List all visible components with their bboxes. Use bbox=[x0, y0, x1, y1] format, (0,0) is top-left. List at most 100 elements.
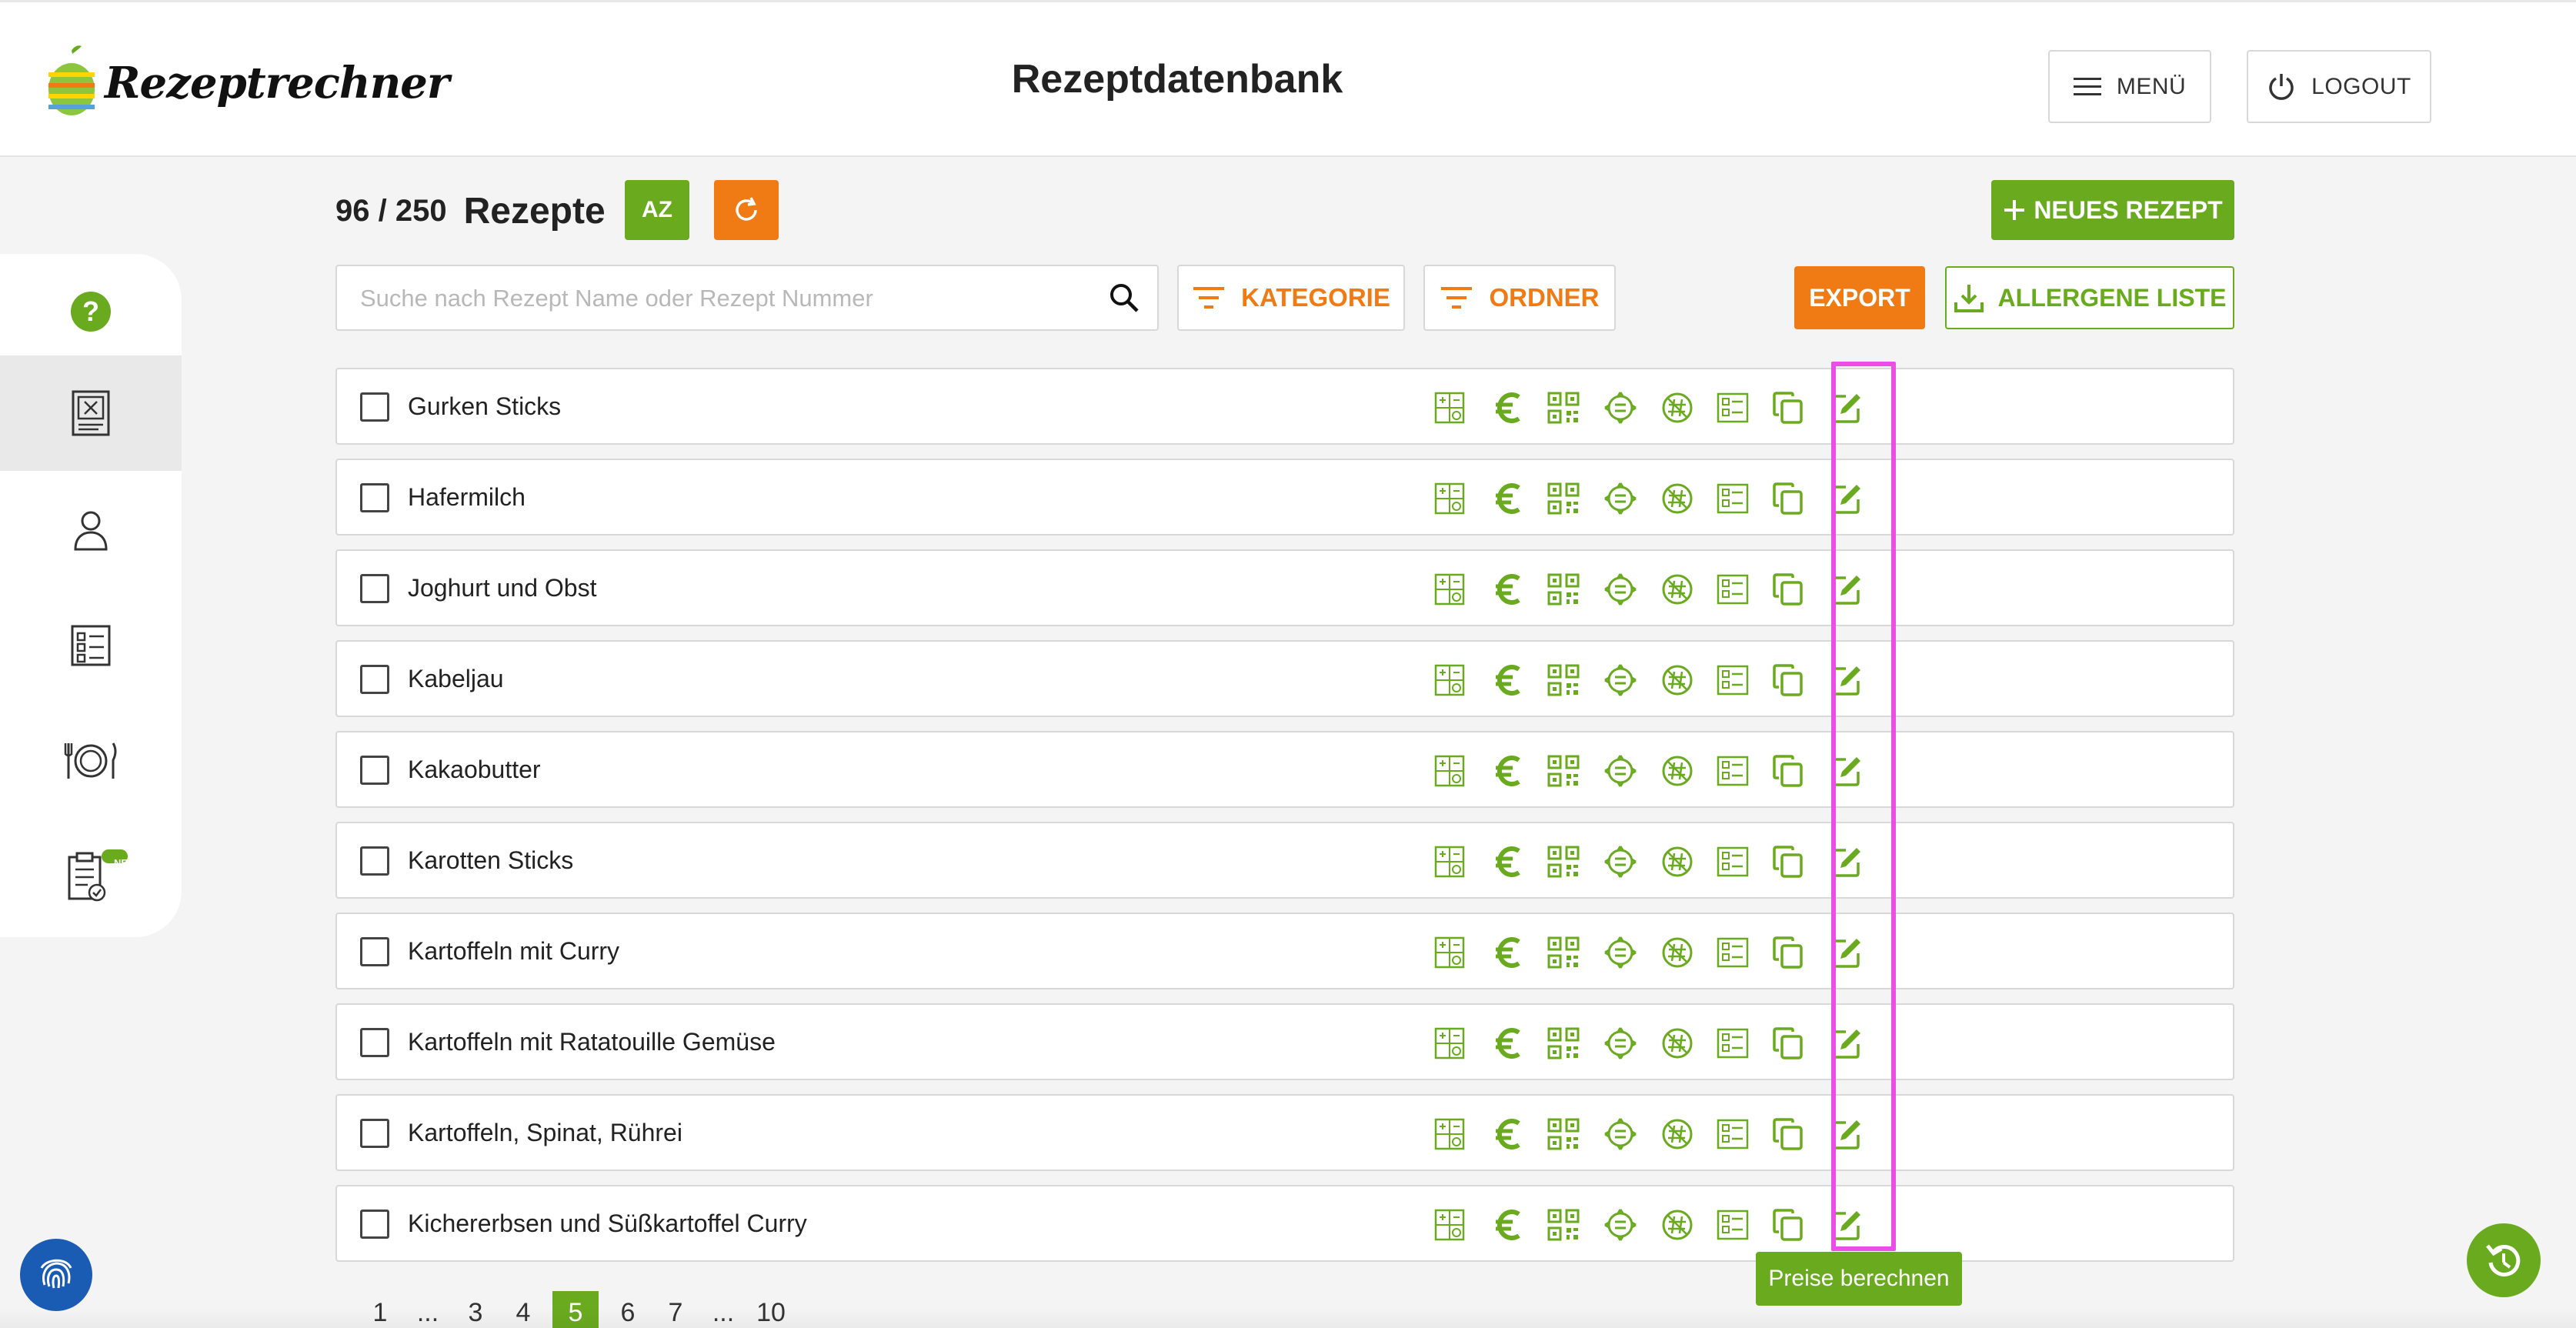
no-hashtag-icon[interactable] bbox=[1659, 479, 1696, 519]
calculator-icon[interactable] bbox=[1431, 933, 1468, 973]
euro-icon[interactable] bbox=[1490, 842, 1527, 882]
refresh-button[interactable] bbox=[714, 180, 779, 240]
row-checkbox[interactable] bbox=[360, 846, 389, 876]
nutrition-seal-icon[interactable] bbox=[1602, 1023, 1639, 1063]
nutrition-seal-icon[interactable] bbox=[1602, 1205, 1639, 1245]
recipe-name[interactable]: Hafermilch bbox=[408, 483, 526, 512]
copy-icon[interactable] bbox=[1770, 388, 1807, 428]
qr-code-icon[interactable] bbox=[1545, 479, 1582, 519]
edit-icon[interactable] bbox=[1828, 1114, 1865, 1154]
euro-icon[interactable] bbox=[1490, 479, 1527, 519]
row-checkbox[interactable] bbox=[360, 1028, 389, 1057]
sidebar-item-recipes[interactable] bbox=[0, 355, 182, 471]
recipe-name[interactable]: Joghurt und Obst bbox=[408, 574, 596, 602]
recipe-name[interactable]: Kartoffeln mit Curry bbox=[408, 937, 619, 966]
no-hashtag-icon[interactable] bbox=[1659, 751, 1696, 791]
no-hashtag-icon[interactable] bbox=[1659, 842, 1696, 882]
nutrition-seal-icon[interactable] bbox=[1602, 479, 1639, 519]
copy-icon[interactable] bbox=[1770, 842, 1807, 882]
label-list-icon[interactable] bbox=[1714, 1023, 1751, 1063]
calculator-icon[interactable] bbox=[1431, 842, 1468, 882]
calculator-icon[interactable] bbox=[1431, 1114, 1468, 1154]
euro-icon[interactable] bbox=[1490, 388, 1527, 428]
sidebar-item-users[interactable] bbox=[0, 472, 182, 588]
nutrition-seal-icon[interactable] bbox=[1602, 388, 1639, 428]
edit-icon[interactable] bbox=[1828, 479, 1865, 519]
no-hashtag-icon[interactable] bbox=[1659, 569, 1696, 609]
copy-icon[interactable] bbox=[1770, 660, 1807, 700]
recipe-row[interactable]: Kartoffeln mit Curry bbox=[335, 913, 2234, 989]
calculator-icon[interactable] bbox=[1431, 751, 1468, 791]
label-list-icon[interactable] bbox=[1714, 751, 1751, 791]
copy-icon[interactable] bbox=[1770, 569, 1807, 609]
export-button[interactable]: EXPORT bbox=[1794, 266, 1925, 329]
allergen-list-button[interactable]: ALLERGENE LISTE bbox=[1945, 266, 2234, 329]
copy-icon[interactable] bbox=[1770, 751, 1807, 791]
nutrition-seal-icon[interactable] bbox=[1602, 751, 1639, 791]
recipe-name[interactable]: Kakaobutter bbox=[408, 756, 541, 784]
recipe-name[interactable]: Kabeljau bbox=[408, 665, 504, 693]
qr-code-icon[interactable] bbox=[1545, 842, 1582, 882]
euro-icon[interactable] bbox=[1490, 660, 1527, 700]
recipe-row[interactable]: Joghurt und Obst bbox=[335, 549, 2234, 626]
calculator-icon[interactable] bbox=[1431, 479, 1468, 519]
euro-icon[interactable] bbox=[1490, 1114, 1527, 1154]
qr-code-icon[interactable] bbox=[1545, 1205, 1582, 1245]
row-checkbox[interactable] bbox=[360, 483, 389, 512]
recipe-row[interactable]: Kichererbsen und Süßkartoffel Curry bbox=[335, 1185, 2234, 1262]
euro-icon[interactable] bbox=[1490, 569, 1527, 609]
recipe-row[interactable]: Kakaobutter bbox=[335, 731, 2234, 808]
no-hashtag-icon[interactable] bbox=[1659, 1023, 1696, 1063]
row-checkbox[interactable] bbox=[360, 937, 389, 966]
copy-icon[interactable] bbox=[1770, 1023, 1807, 1063]
recipe-name[interactable]: Karotten Sticks bbox=[408, 846, 573, 875]
label-list-icon[interactable] bbox=[1714, 1205, 1751, 1245]
no-hashtag-icon[interactable] bbox=[1659, 388, 1696, 428]
qr-code-icon[interactable] bbox=[1545, 1023, 1582, 1063]
label-list-icon[interactable] bbox=[1714, 1114, 1751, 1154]
euro-icon[interactable] bbox=[1490, 1205, 1527, 1245]
label-list-icon[interactable] bbox=[1714, 569, 1751, 609]
label-list-icon[interactable] bbox=[1714, 842, 1751, 882]
edit-icon[interactable] bbox=[1828, 842, 1865, 882]
edit-icon[interactable] bbox=[1828, 1023, 1865, 1063]
qr-code-icon[interactable] bbox=[1545, 569, 1582, 609]
qr-code-icon[interactable] bbox=[1545, 933, 1582, 973]
no-hashtag-icon[interactable] bbox=[1659, 660, 1696, 700]
calculator-icon[interactable] bbox=[1431, 569, 1468, 609]
copy-icon[interactable] bbox=[1770, 1114, 1807, 1154]
edit-icon[interactable] bbox=[1828, 1205, 1865, 1245]
sidebar-item-menu-planning[interactable] bbox=[0, 703, 182, 819]
nutrition-seal-icon[interactable] bbox=[1602, 660, 1639, 700]
euro-icon[interactable] bbox=[1490, 751, 1527, 791]
edit-icon[interactable] bbox=[1828, 388, 1865, 428]
search-input[interactable] bbox=[360, 280, 1083, 317]
search-icon[interactable] bbox=[1108, 282, 1140, 314]
edit-icon[interactable] bbox=[1828, 933, 1865, 973]
category-filter-button[interactable]: KATEGORIE bbox=[1177, 265, 1405, 331]
row-checkbox[interactable] bbox=[360, 665, 389, 694]
calculator-icon[interactable] bbox=[1431, 660, 1468, 700]
qr-code-icon[interactable] bbox=[1545, 751, 1582, 791]
label-list-icon[interactable] bbox=[1714, 933, 1751, 973]
recipe-name[interactable]: Gurken Sticks bbox=[408, 392, 561, 421]
qr-code-icon[interactable] bbox=[1545, 388, 1582, 428]
label-list-icon[interactable] bbox=[1714, 660, 1751, 700]
row-checkbox[interactable] bbox=[360, 1119, 389, 1148]
nutrition-seal-icon[interactable] bbox=[1602, 1114, 1639, 1154]
copy-icon[interactable] bbox=[1770, 933, 1807, 973]
logo[interactable]: Rezeptrechner bbox=[45, 41, 449, 125]
euro-icon[interactable] bbox=[1490, 933, 1527, 973]
copy-icon[interactable] bbox=[1770, 1205, 1807, 1245]
sidebar-item-help[interactable]: ? bbox=[0, 254, 182, 369]
no-hashtag-icon[interactable] bbox=[1659, 1114, 1696, 1154]
edit-icon[interactable] bbox=[1828, 751, 1865, 791]
row-checkbox[interactable] bbox=[360, 756, 389, 785]
euro-icon[interactable] bbox=[1490, 1023, 1527, 1063]
qr-code-icon[interactable] bbox=[1545, 1114, 1582, 1154]
label-list-icon[interactable] bbox=[1714, 479, 1751, 519]
row-checkbox[interactable] bbox=[360, 1210, 389, 1239]
recipe-row[interactable]: Kartoffeln mit Ratatouille Gemüse bbox=[335, 1003, 2234, 1080]
calculator-icon[interactable] bbox=[1431, 1023, 1468, 1063]
recipe-row[interactable]: Kabeljau bbox=[335, 640, 2234, 717]
